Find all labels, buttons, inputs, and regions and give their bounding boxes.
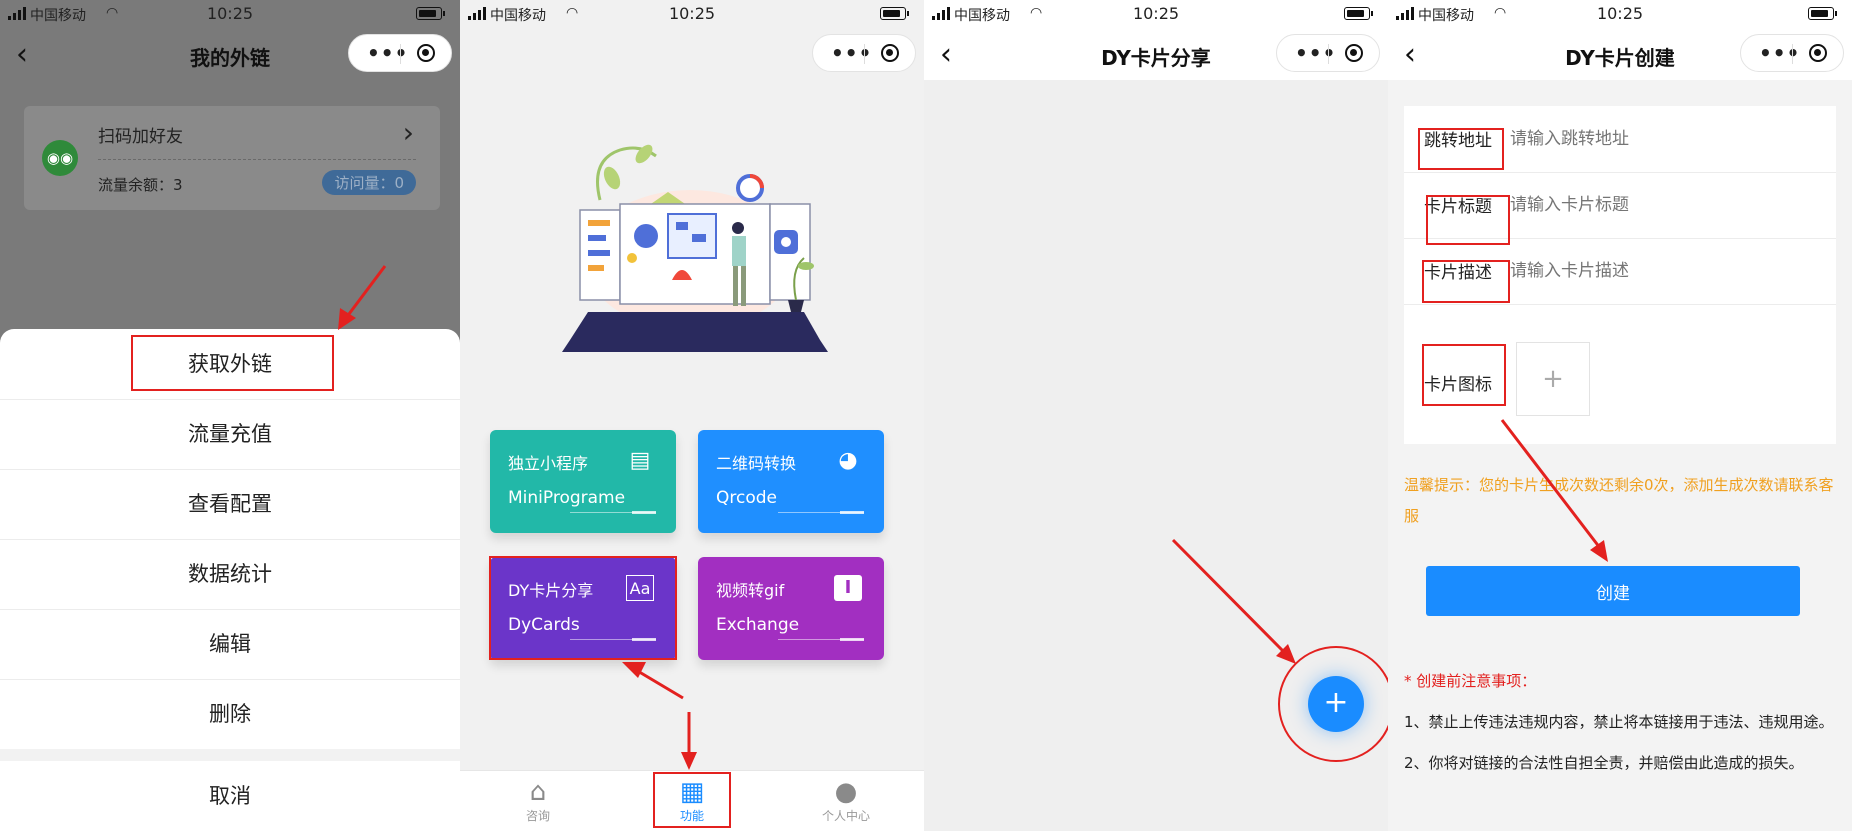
capsule-divider <box>400 44 401 64</box>
tile-title-cn: 二维码转换 <box>716 454 797 473</box>
close-miniapp-icon[interactable] <box>1809 44 1827 62</box>
nav-bar: ••• <box>460 30 924 80</box>
palette-icon: ◕ <box>838 448 858 473</box>
action-edit[interactable]: 编辑 <box>0 609 460 680</box>
action-statistics[interactable]: 数据统计 <box>0 539 460 610</box>
annotation-box-get-link <box>131 335 334 391</box>
miniapp-capsule: ••• <box>812 34 916 72</box>
clock: 10:25 <box>206 4 254 23</box>
url-input[interactable] <box>1508 122 1812 156</box>
capsule-divider <box>1328 44 1329 64</box>
clock: 10:25 <box>668 4 716 23</box>
dy-card-create-screen: 中国移动 ◠ 10:25 ‹ DY卡片创建 ••• 跳转地址 卡片标题 <box>1388 0 1852 831</box>
battery-icon <box>416 7 445 20</box>
warning-tip: 温馨提示：您的卡片生成次数还剩余0次，添加生成次数请联系客服 <box>1404 476 1834 525</box>
nav-bar: ‹ 我的外链 ••• <box>0 30 460 80</box>
tab-label: 个人中心 <box>821 809 870 823</box>
capsule-divider <box>864 44 865 64</box>
user-icon: ● <box>834 777 858 807</box>
tile-miniprogram[interactable]: 独立小程序 MiniPrograme ▤ <box>490 430 676 533</box>
wechat-icon: ◉◉ <box>42 140 78 176</box>
action-delete[interactable]: 删除 <box>0 679 460 750</box>
action-view-config[interactable]: 查看配置 <box>0 469 460 540</box>
tile-title-en: Exchange <box>716 615 800 635</box>
text-cursor-icon: I <box>834 575 862 601</box>
action-cancel[interactable]: 取消 <box>0 761 460 831</box>
miniapp-capsule: ••• <box>348 34 452 72</box>
battery-icon <box>1344 7 1373 20</box>
my-links-screen: 中国移动 ◠ 10:25 ‹ 我的外链 ••• ◉◉ 扫码加好友 › 流量余额：… <box>0 0 460 831</box>
traffic-balance: 流量余额：3 <box>98 176 183 194</box>
dy-card-share-screen: 中国移动 ◠ 10:25 ‹ DY卡片分享 ••• + <box>924 0 1388 831</box>
clock: 10:25 <box>1132 4 1180 23</box>
more-icon[interactable]: ••• <box>831 41 872 65</box>
more-icon[interactable]: ••• <box>1759 41 1800 65</box>
create-button[interactable]: 创建 <box>1426 566 1800 616</box>
annotation-box-description <box>1422 260 1510 303</box>
more-icon[interactable]: ••• <box>367 41 408 65</box>
miniapp-capsule: ••• <box>1740 34 1844 72</box>
status-bar: 中国移动 ◠ 10:25 <box>1388 0 1852 30</box>
annotation-box-url <box>1418 128 1504 170</box>
sheet-gap <box>0 749 460 761</box>
tab-label: 咨询 <box>525 809 550 823</box>
tile-title-en: Qrcode <box>716 488 777 508</box>
tile-title-cn: 独立小程序 <box>508 454 589 473</box>
tab-consult[interactable]: ⌂ 咨询 <box>498 777 578 824</box>
visit-count-badge: 访问量：0 <box>322 170 416 195</box>
note-item: 1、禁止上传违法违规内容，禁止将本链接用于违法、违规用途。 <box>1404 713 1834 731</box>
id-card-icon: ▤ <box>629 448 651 473</box>
add-card-button[interactable]: + <box>1308 676 1364 732</box>
action-sheet: 获取外链 流量充值 查看配置 数据统计 编辑 删除 取消 <box>0 329 460 831</box>
chevron-right-icon: › <box>402 116 414 149</box>
note-item: 2、你将对链接的合法性自担全责，并赔偿由此造成的损失。 <box>1404 754 1804 772</box>
action-recharge[interactable]: 流量充值 <box>0 399 460 470</box>
tile-underline <box>778 511 864 514</box>
status-bar: 中国移动 ◠ 10:25 <box>924 0 1388 30</box>
title-input[interactable] <box>1508 188 1812 222</box>
tile-exchange[interactable]: 视频转gif Exchange I <box>698 557 884 660</box>
clock: 10:25 <box>1596 4 1644 23</box>
status-bar: 中国移动 ◠ 10:25 <box>460 0 924 30</box>
tile-title-en: MiniPrograme <box>508 488 626 508</box>
tile-title-cn: 视频转gif <box>716 581 785 600</box>
miniapp-capsule: ••• <box>1276 34 1380 72</box>
tile-underline <box>778 638 864 641</box>
annotation-box-icon <box>1422 344 1506 406</box>
capsule-divider <box>1792 44 1793 64</box>
notes-section: * 创建前注意事项： 1、禁止上传违法违规内容，禁止将本链接用于违法、违规用途。… <box>1404 666 1840 789</box>
tab-profile[interactable]: ● 个人中心 <box>806 777 886 824</box>
description-input[interactable] <box>1508 254 1812 288</box>
screenshot-stage: 中国移动 ◠ 10:25 ‹ 我的外链 ••• ◉◉ 扫码加好友 › 流量余额：… <box>0 0 1852 831</box>
features-screen: 中国移动 ◠ 10:25 ••• 独立小程序 MiniPrograme ▤ 二维… <box>460 0 924 831</box>
more-icon[interactable]: ••• <box>1295 41 1336 65</box>
nav-bar: ‹ DY卡片分享 ••• <box>924 30 1388 80</box>
battery-icon <box>1808 7 1837 20</box>
battery-icon <box>880 7 909 20</box>
status-bar: 中国移动 ◠ 10:25 <box>0 0 460 30</box>
close-miniapp-icon[interactable] <box>881 44 899 62</box>
annotation-box-features-tab <box>653 772 731 828</box>
close-miniapp-icon[interactable] <box>1345 44 1363 62</box>
link-card[interactable]: ◉◉ 扫码加好友 › 流量余额：3 访问量：0 <box>24 106 440 210</box>
tile-underline <box>570 511 656 514</box>
hero-illustration <box>562 144 828 352</box>
annotation-box-dycards <box>489 556 677 660</box>
icon-upload-button[interactable]: + <box>1516 342 1590 416</box>
link-card-title: 扫码加好友 <box>98 127 183 147</box>
notes-title: * 创建前注意事项： <box>1404 672 1537 690</box>
close-miniapp-icon[interactable] <box>417 44 435 62</box>
card-divider <box>98 159 416 160</box>
tile-qrcode[interactable]: 二维码转换 Qrcode ◕ <box>698 430 884 533</box>
nav-bar: ‹ DY卡片创建 ••• <box>1388 30 1852 80</box>
annotation-box-title <box>1426 195 1510 245</box>
home-icon: ⌂ <box>529 777 547 807</box>
